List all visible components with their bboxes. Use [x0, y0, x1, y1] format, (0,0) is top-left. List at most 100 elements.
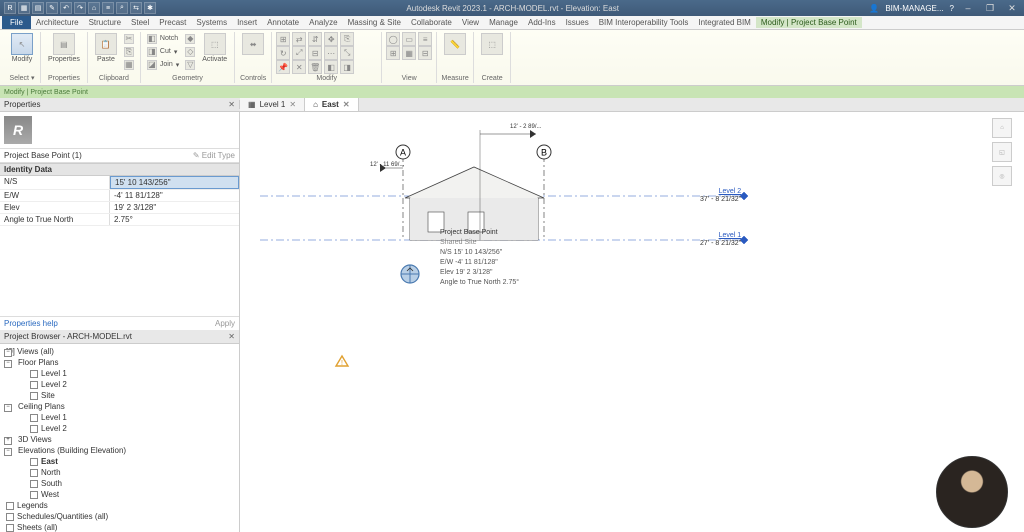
tree-node[interactable]: Schedules/Quantities (all) [2, 511, 237, 522]
tab-modify[interactable]: Modify | Project Base Point [756, 17, 862, 28]
modify-tool[interactable]: ↖Modify [8, 32, 36, 64]
drawing-canvas[interactable]: A B 12' - 11 69/... 12' - 2 89/... [240, 112, 1024, 532]
qat-icon[interactable]: ≡ [102, 2, 114, 14]
file-tab[interactable]: File [2, 16, 31, 29]
tool-icon[interactable]: ◨ [340, 60, 354, 74]
tab-precast[interactable]: Precast [154, 17, 191, 28]
controls-tool[interactable]: ⬌ [239, 32, 267, 56]
view-icon[interactable]: ▭ [402, 32, 416, 46]
match-tool[interactable]: ▦ [122, 58, 136, 71]
view-tab-level1[interactable]: ▦ Level 1 ✕ [240, 98, 305, 111]
tree-node[interactable]: Level 2 [2, 423, 237, 434]
nav-cube-icon[interactable]: ◱ [992, 142, 1012, 162]
instance-selector[interactable]: Project Base Point (1) ✎ Edit Type [0, 149, 239, 163]
edit-type-button[interactable]: ✎ Edit Type [193, 151, 235, 160]
tab-manage[interactable]: Manage [484, 17, 523, 28]
view-tab-east[interactable]: ⌂ East ✕ [305, 98, 358, 111]
tab-addins[interactable]: Add-Ins [523, 17, 561, 28]
tree-node[interactable]: Elevations (Building Elevation) [2, 445, 237, 456]
qat-icon[interactable]: ✱ [144, 2, 156, 14]
activate-tool[interactable]: ⬚Activate [199, 32, 230, 64]
undo-icon[interactable]: ↶ [60, 2, 72, 14]
help-icon[interactable]: ? [950, 4, 954, 13]
tab-bim-interop[interactable]: BIM Interoperability Tools [594, 17, 694, 28]
nav-home-icon[interactable]: ⌂ [992, 118, 1012, 138]
rotate-icon[interactable]: ↻ [276, 46, 290, 60]
tool-icon[interactable]: ◧ [324, 60, 338, 74]
tree-node[interactable]: North [2, 467, 237, 478]
move-icon[interactable]: ✥ [324, 32, 338, 46]
join-tool[interactable]: ◪Join ▾ [145, 58, 181, 71]
tree-node[interactable]: Level 2 [2, 379, 237, 390]
qat-icon[interactable]: ⌂ [88, 2, 100, 14]
split-icon[interactable]: ⊟ [308, 46, 322, 60]
paste-tool[interactable]: 📋Paste [92, 32, 120, 64]
delete-icon[interactable]: 🗑 [308, 60, 322, 74]
qat-icon[interactable]: ▤ [32, 2, 44, 14]
qat-icon[interactable]: ▦ [18, 2, 30, 14]
tab-massing-site[interactable]: Massing & Site [343, 17, 406, 28]
prop-row-ns[interactable]: N/S15' 10 143/256" [0, 176, 239, 190]
browser-tree[interactable]: [0] Views (all)Floor PlansLevel 1Level 2… [0, 344, 239, 532]
geom-tool[interactable]: ▽ [183, 58, 197, 71]
measure-tool[interactable]: 📏 [441, 32, 469, 56]
nav-wheel-icon[interactable]: ◎ [992, 166, 1012, 186]
tree-node[interactable]: West [2, 489, 237, 500]
maximize-button[interactable]: ❐ [982, 2, 998, 14]
unpin-icon[interactable]: ✕ [292, 60, 306, 74]
scale-icon[interactable]: ⤡ [340, 46, 354, 60]
properties-tool[interactable]: ▤Properties [45, 32, 83, 64]
view-icon[interactable]: ⊞ [386, 46, 400, 60]
offset-icon[interactable]: ⇄ [292, 32, 306, 46]
close-button[interactable]: ✕ [1004, 2, 1020, 14]
tree-node[interactable]: 3D Views [2, 434, 237, 445]
trim-icon[interactable]: ⤢ [292, 46, 306, 60]
tree-node[interactable]: Site [2, 390, 237, 401]
qat-icon[interactable]: ✎ [46, 2, 58, 14]
apply-button[interactable]: Apply [215, 319, 235, 328]
close-tab-icon[interactable]: ✕ [343, 100, 350, 109]
group-header[interactable]: Identity Data [0, 163, 239, 176]
tree-node[interactable]: Level 1 [2, 412, 237, 423]
tab-architecture[interactable]: Architecture [31, 17, 84, 28]
user-name[interactable]: BIM-MANAGE... [885, 4, 943, 13]
prop-row-ew[interactable]: E/W-4' 11 81/128" [0, 190, 239, 202]
search-icon[interactable]: ⌕ [116, 2, 128, 14]
array-icon[interactable]: ⋯ [324, 46, 338, 60]
qat-icon[interactable]: ⇆ [130, 2, 142, 14]
geom-tool[interactable]: ◇ [183, 45, 197, 58]
level-1-label[interactable]: Level 1 27' - 8 21/32" [700, 232, 741, 248]
mirror-icon[interactable]: ⇵ [308, 32, 322, 46]
minimize-button[interactable]: – [960, 2, 976, 14]
cut-tool[interactable]: ✂ [122, 32, 136, 45]
tree-node[interactable]: Ceiling Plans [2, 401, 237, 412]
close-icon[interactable]: ✕ [228, 100, 235, 109]
tab-view[interactable]: View [457, 17, 484, 28]
tab-analyze[interactable]: Analyze [304, 17, 342, 28]
app-icon[interactable]: R [4, 2, 16, 14]
tree-node[interactable]: South [2, 478, 237, 489]
close-tab-icon[interactable]: ✕ [289, 100, 296, 109]
geom-tool[interactable]: ◆ [183, 32, 197, 45]
cut-geom-tool[interactable]: ◨Cut ▾ [145, 45, 181, 58]
type-selector[interactable]: R [0, 112, 239, 149]
view-icon[interactable]: ▦ [402, 46, 416, 60]
tab-structure[interactable]: Structure [84, 17, 126, 28]
tree-node[interactable]: Legends [2, 500, 237, 511]
notch-tool[interactable]: ◧Notch [145, 32, 181, 45]
tab-insert[interactable]: Insert [232, 17, 262, 28]
tree-node[interactable]: Sheets (all) [2, 522, 237, 532]
align-icon[interactable]: ⊞ [276, 32, 290, 46]
redo-icon[interactable]: ↷ [74, 2, 86, 14]
create-tool[interactable]: ⬚ [478, 32, 506, 56]
tab-integrated-bim[interactable]: Integrated BIM [693, 17, 755, 28]
close-icon[interactable]: ✕ [228, 332, 235, 341]
prop-row-elev[interactable]: Elev19' 2 3/128" [0, 202, 239, 214]
view-icon[interactable]: ⊟ [418, 46, 432, 60]
tree-node[interactable]: [0] Views (all) [2, 346, 237, 357]
properties-help-link[interactable]: Properties help [4, 319, 58, 328]
tab-annotate[interactable]: Annotate [262, 17, 304, 28]
tree-node[interactable]: Floor Plans [2, 357, 237, 368]
copy-icon[interactable]: ⎘ [340, 32, 354, 46]
user-icon[interactable]: 👤 [869, 4, 879, 13]
